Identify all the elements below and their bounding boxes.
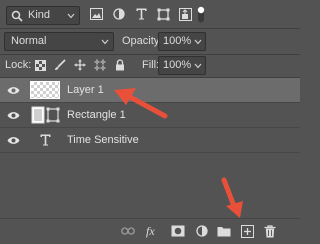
lock-label: Lock: <box>5 59 32 71</box>
lock-all-icon[interactable] <box>113 57 127 72</box>
mask-icon[interactable] <box>170 223 186 239</box>
blend-mode-dropdown[interactable]: Normal <box>4 32 114 51</box>
layers-panel: Kind Normal Opacity: 100% Lock: Fill: 10… <box>0 0 300 244</box>
text-layer-icon <box>38 132 52 147</box>
filter-adjustment-icon[interactable] <box>112 7 126 21</box>
opacity-field[interactable]: 100% <box>158 32 206 51</box>
svg-text:fx: fx <box>146 224 155 238</box>
layer-row-time-sensitive[interactable]: Time Sensitive <box>0 128 300 152</box>
filter-type-icon[interactable] <box>134 7 148 21</box>
visibility-eye-icon[interactable] <box>6 83 20 97</box>
visibility-eye-icon[interactable] <box>6 133 20 147</box>
opacity-value: 100% <box>163 35 192 47</box>
layers-footer: fx <box>0 218 300 244</box>
filter-smart-object-icon[interactable] <box>178 7 192 21</box>
lock-position-icon[interactable] <box>73 58 87 72</box>
shape-layer-thumbnail-icon <box>31 106 61 124</box>
chevron-down-icon <box>64 7 78 24</box>
trash-icon[interactable] <box>262 223 278 239</box>
blend-row: Normal Opacity: 100% <box>0 29 300 54</box>
adjustment-icon[interactable] <box>194 223 210 239</box>
lock-artboard-icon[interactable] <box>93 58 107 72</box>
layer-name: Time Sensitive <box>67 134 139 146</box>
fill-value: 100% <box>163 59 192 71</box>
layer-thumbnail <box>30 81 60 99</box>
folder-icon[interactable] <box>216 223 232 239</box>
link-icon[interactable] <box>120 223 136 239</box>
filter-kind-label: Kind <box>28 9 51 21</box>
layer-name: Layer 1 <box>67 84 104 96</box>
annotation-arrow-to-layer <box>114 88 168 119</box>
annotation-arrow-to-new-layer <box>221 177 243 218</box>
visibility-eye-icon[interactable] <box>6 108 20 122</box>
fill-field[interactable]: 100% <box>158 56 206 75</box>
search-icon <box>10 9 24 23</box>
filter-shape-icon[interactable] <box>156 7 170 21</box>
fx-icon[interactable]: fx <box>145 223 161 239</box>
filter-row: Kind <box>0 0 300 28</box>
filter-pixel-icon[interactable] <box>89 7 103 21</box>
chevron-down-icon <box>191 33 205 50</box>
opacity-label: Opacity: <box>122 35 163 47</box>
chevron-down-icon <box>98 33 112 50</box>
lock-image-pixels-icon[interactable] <box>53 58 67 72</box>
chevron-down-icon <box>191 57 205 74</box>
blend-mode-value: Normal <box>11 35 47 47</box>
lock-transparent-pixels-icon[interactable] <box>33 58 47 72</box>
fill-label: Fill: <box>142 59 160 71</box>
filter-kind-dropdown[interactable]: Kind <box>6 6 80 25</box>
new-layer-icon[interactable] <box>239 223 255 239</box>
filter-toggle-icon[interactable] <box>196 5 206 23</box>
lock-row: Lock: Fill: 100% <box>0 55 300 77</box>
